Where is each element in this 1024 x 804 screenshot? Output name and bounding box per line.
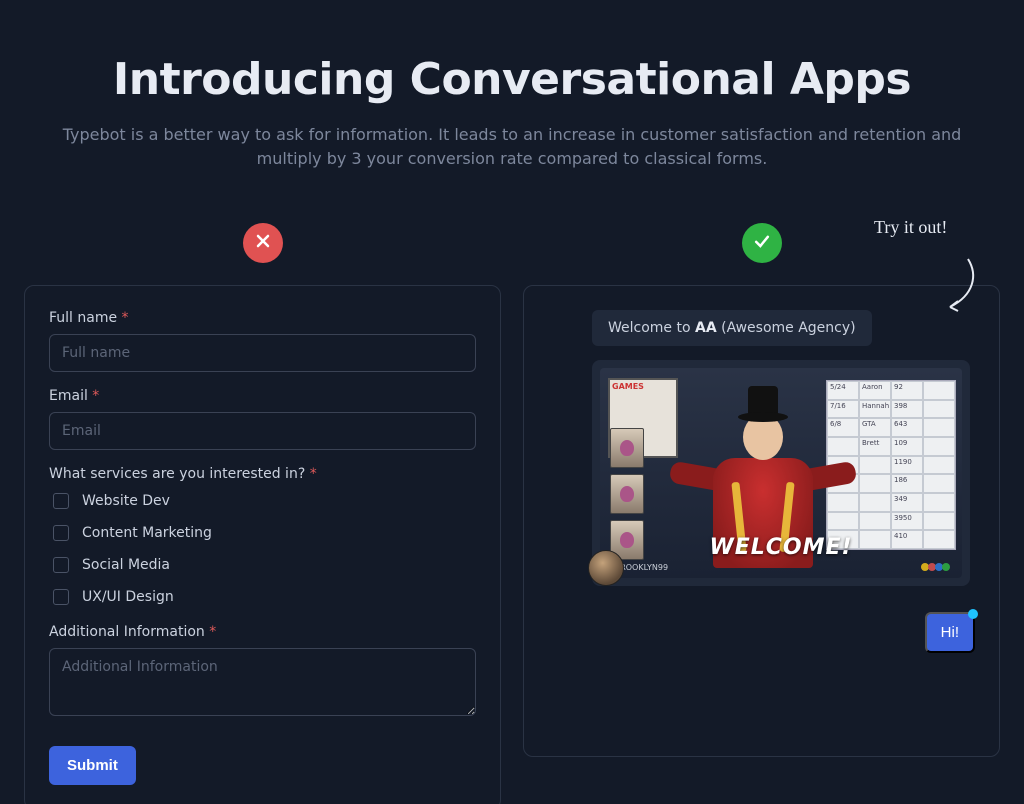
badge-positive (742, 223, 782, 263)
required-mark: * (122, 310, 129, 326)
checkbox-label: Social Media (82, 557, 170, 573)
headshot-icon (610, 428, 644, 468)
checkbox-label: Website Dev (82, 493, 170, 509)
bot-avatar (588, 550, 624, 586)
gif-bubble: GAMES 5/24Aaron92 7/16Hannah398 6/8GTA (592, 360, 970, 586)
fullname-input[interactable] (49, 334, 476, 372)
checkbox-label: UX/UI Design (82, 589, 174, 605)
col-chat: Try it out! Welcome to AA (Awesome Agenc… (523, 223, 1000, 804)
required-mark: * (92, 388, 99, 404)
page-subtitle: Typebot is a better way to ask for infor… (32, 123, 992, 171)
email-label: Email * (49, 388, 476, 404)
additional-label: Additional Information * (49, 624, 476, 640)
page: Introducing Conversational Apps Typebot … (0, 0, 1024, 804)
checkbox-row[interactable]: UX/UI Design (49, 586, 476, 608)
checkbox[interactable] (53, 589, 69, 605)
page-title: Introducing Conversational Apps (24, 54, 1000, 105)
chat-panel: Welcome to AA (Awesome Agency) GAMES (523, 285, 1000, 757)
services-label: What services are you interested in? * (49, 466, 476, 482)
checkbox-label: Content Marketing (82, 525, 212, 541)
checkbox-row[interactable]: Content Marketing (49, 522, 476, 544)
checkbox-row[interactable]: Website Dev (49, 490, 476, 512)
gif-network-logo (920, 558, 954, 572)
welcome-bubble: Welcome to AA (Awesome Agency) (592, 310, 872, 346)
quick-reply-button[interactable]: Hi! (925, 612, 975, 653)
required-mark: * (209, 624, 216, 640)
checkbox-row[interactable]: Social Media (49, 554, 476, 576)
col-form: Full name * Email * What services are yo… (24, 223, 501, 804)
chat-thread: Welcome to AA (Awesome Agency) GAMES (548, 310, 975, 653)
form-panel: Full name * Email * What services are yo… (24, 285, 501, 804)
services-options: Website Dev Content Marketing Social Med… (49, 490, 476, 608)
submit-button[interactable]: Submit (49, 746, 136, 785)
required-mark: * (310, 466, 317, 482)
gif-caption: WELCOME! (709, 535, 852, 560)
headshot-icon (610, 474, 644, 514)
welcome-gif: GAMES 5/24Aaron92 7/16Hannah398 6/8GTA (600, 368, 962, 578)
checkbox[interactable] (53, 525, 69, 541)
badge-negative (243, 223, 283, 263)
reply-row: Hi! (592, 612, 975, 653)
additional-textarea[interactable] (49, 648, 476, 716)
fullname-label: Full name * (49, 310, 476, 326)
x-icon (253, 231, 273, 255)
comparison-columns: Full name * Email * What services are yo… (24, 223, 1000, 804)
try-it-out-note: Try it out! (874, 217, 1004, 238)
checkbox[interactable] (53, 493, 69, 509)
email-input[interactable] (49, 412, 476, 450)
check-icon (752, 231, 772, 255)
gif-headshots (610, 428, 644, 560)
checkbox[interactable] (53, 557, 69, 573)
arrow-icon (938, 255, 988, 315)
